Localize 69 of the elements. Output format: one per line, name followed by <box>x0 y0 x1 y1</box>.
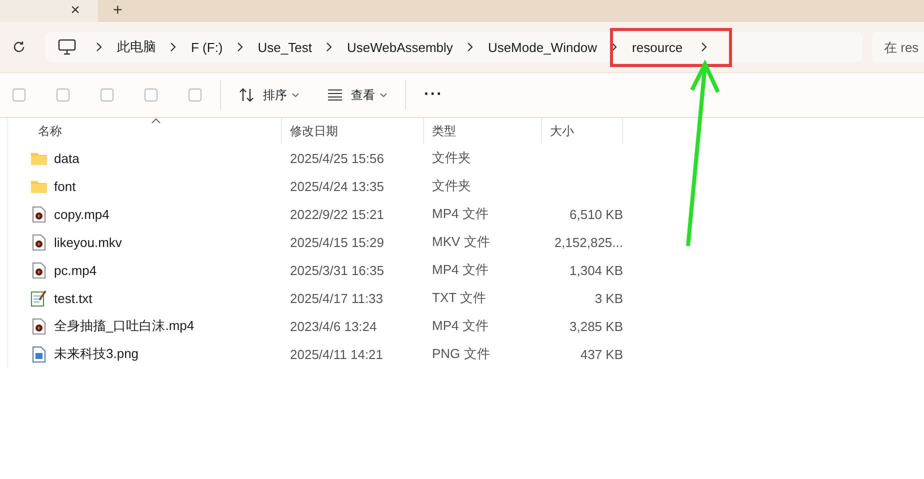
new-tab-button[interactable]: + <box>113 2 122 20</box>
date-modified-cell-text: 2025/4/25 15:56 <box>289 150 385 166</box>
file-name[interactable]: 未来科技3.png <box>54 345 139 363</box>
breadcrumb-item[interactable]: Use_Test <box>258 40 312 54</box>
file-type-cell-text: PNG 文件 <box>431 345 491 363</box>
chevron-icon[interactable] <box>611 42 618 52</box>
file-type-cell-text: MKV 文件 <box>431 233 491 251</box>
file-name[interactable]: copy.mp4 <box>54 206 110 222</box>
date-modified-cell-text: 2022/9/22 15:21 <box>289 206 385 222</box>
refresh-icon[interactable] <box>12 40 26 54</box>
column-header[interactable]: 修改日期 <box>282 118 424 144</box>
file-name[interactable]: test.txt <box>54 290 92 306</box>
close-tab-button[interactable]: × <box>70 2 80 20</box>
view-button[interactable]: 查看 <box>327 86 387 104</box>
column-header[interactable]: 类型 <box>424 118 542 144</box>
more-button[interactable]: ··· <box>424 86 443 104</box>
chevron-icon[interactable] <box>236 42 243 52</box>
search-field[interactable]: 在 res <box>872 32 924 62</box>
dropdown-caret-icon <box>292 93 299 97</box>
notepad-icon <box>30 290 48 306</box>
date-modified-cell-text: 2025/4/17 11:33 <box>289 290 384 306</box>
video-file-icon <box>30 234 48 250</box>
image-file-icon <box>30 346 48 362</box>
file-size-cell-text: 2,152,825... <box>553 234 623 250</box>
file-type-cell-text: TXT 文件 <box>431 289 487 307</box>
column-header[interactable]: 名称 <box>30 118 282 144</box>
file-name[interactable]: font <box>54 178 76 194</box>
file-size-cell-text: 3 KB <box>594 290 623 306</box>
date-modified-cell-text: 2025/3/31 16:35 <box>289 262 385 278</box>
video-file-icon <box>30 206 48 222</box>
sort-button[interactable]: 排序 <box>239 86 299 104</box>
breadcrumb-item[interactable]: UseMode_Window <box>488 40 598 54</box>
column-header[interactable]: 大小 <box>542 118 623 144</box>
file-type-cell-text: MP4 文件 <box>431 261 490 279</box>
file-type-cell-text: MP4 文件 <box>431 317 490 335</box>
file-name[interactable]: likeyou.mkv <box>54 234 122 250</box>
folder-icon <box>30 150 48 166</box>
chevron-icon[interactable] <box>326 42 332 52</box>
file-size-cell-text: 1,304 KB <box>568 262 623 278</box>
date-modified-cell-text: 2025/4/15 15:29 <box>289 234 385 250</box>
sort-arrows-icon <box>239 88 255 102</box>
chevron-icon[interactable] <box>170 42 176 52</box>
file-type-cell-text: 文件夹 <box>431 149 472 167</box>
date-modified-cell-text: 2025/4/24 13:35 <box>289 178 385 194</box>
folder-icon <box>30 178 48 194</box>
chevron-icon[interactable] <box>700 42 707 52</box>
dropdown-caret-icon <box>380 93 387 97</box>
date-modified-cell-text: 2025/4/11 14:21 <box>289 346 384 362</box>
video-file-icon <box>30 318 48 334</box>
computer-icon <box>58 39 76 55</box>
file-size-cell-text: 6,510 KB <box>568 206 623 222</box>
list-view-icon <box>327 89 343 101</box>
video-file-icon <box>30 262 48 278</box>
file-name[interactable]: data <box>54 150 80 166</box>
file-size-cell-text: 437 KB <box>579 346 623 362</box>
file-name[interactable]: pc.mp4 <box>54 262 97 278</box>
sort-caret-icon <box>151 118 161 124</box>
file-type-cell-text: 文件夹 <box>431 177 472 195</box>
browser-tab[interactable]: × <box>0 0 98 22</box>
file-name[interactable]: 全身抽搐_口吐白沫.mp4 <box>54 317 194 335</box>
file-type-cell-text: MP4 文件 <box>431 205 490 223</box>
breadcrumb-item[interactable]: F (F:) <box>191 40 223 54</box>
file-size-cell-text: 3,285 KB <box>568 318 623 334</box>
chevron-icon[interactable] <box>466 42 473 52</box>
date-modified-cell-text: 2023/4/6 13:24 <box>289 318 378 334</box>
breadcrumb-item[interactable]: 此电脑 <box>117 38 156 56</box>
breadcrumb-item[interactable]: resource <box>632 40 683 54</box>
breadcrumb-item[interactable]: UseWebAssembly <box>346 40 453 54</box>
chevron-icon[interactable] <box>96 42 102 52</box>
